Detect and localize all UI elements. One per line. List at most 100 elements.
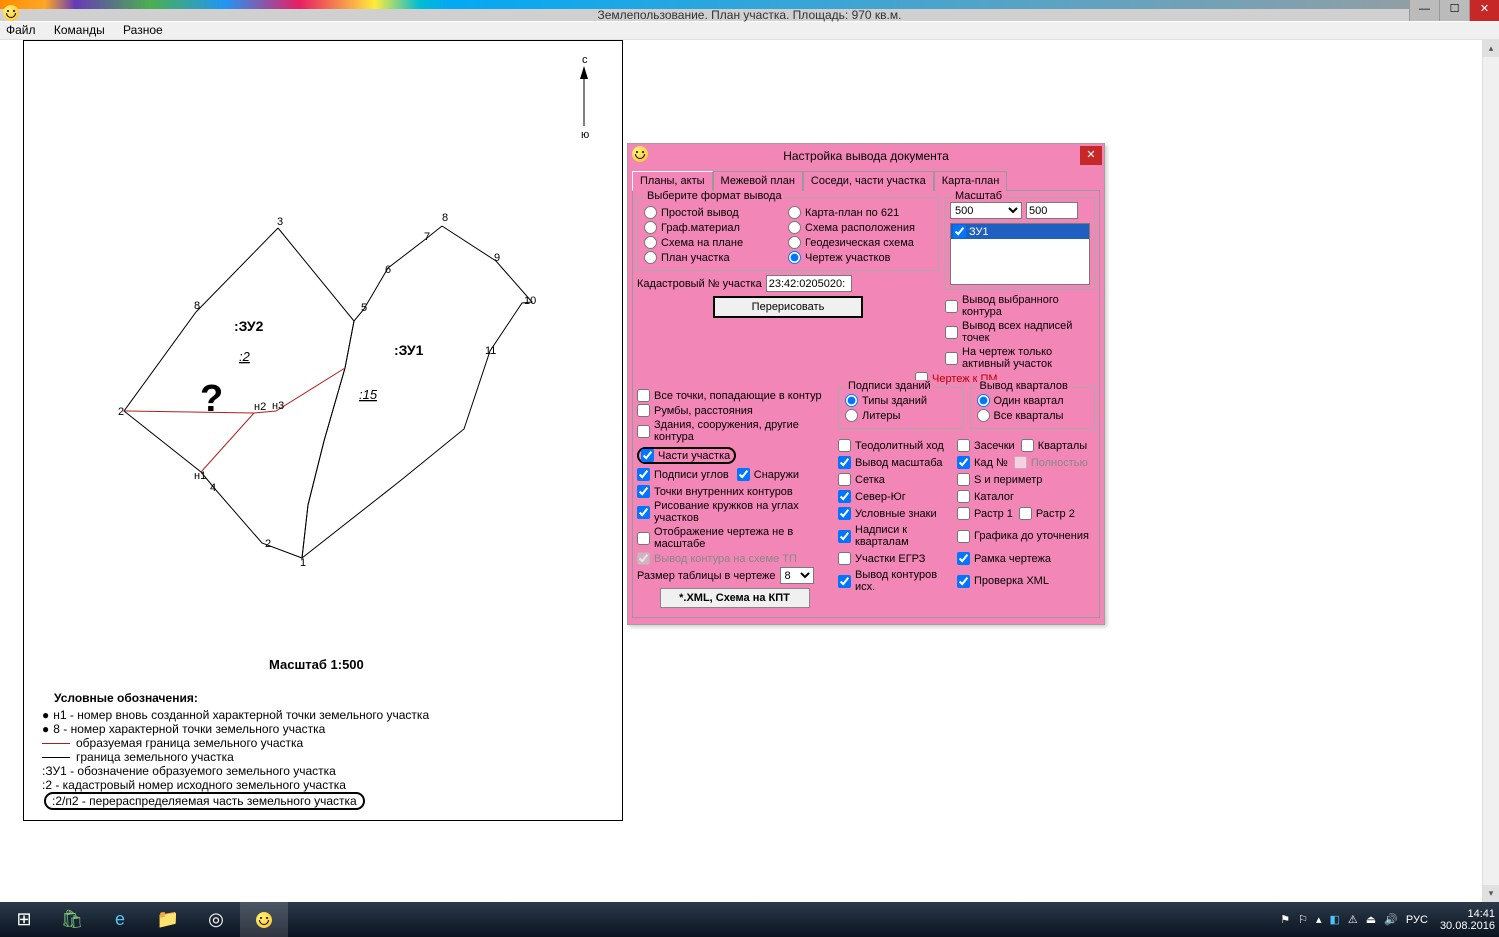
cb-r1[interactable]: Растр 1	[957, 507, 1013, 520]
cb-kvart[interactable]: Кварталы	[1021, 439, 1087, 452]
list-item[interactable]: ЗУ1	[951, 224, 1089, 239]
max-button[interactable]: ☐	[1439, 0, 1469, 21]
radio-splan[interactable]: Схема на плане	[644, 236, 788, 249]
radio-plan[interactable]: План участка	[644, 251, 788, 264]
cb-parts[interactable]: Части участка	[637, 447, 736, 464]
build-groupbox: Подписи зданий Типы зданий Литеры	[838, 387, 964, 429]
scale-select[interactable]: 500	[950, 202, 1022, 219]
menu-file[interactable]: Файл	[6, 23, 36, 37]
radio-kv-one[interactable]: Один квартал	[977, 394, 1089, 407]
cb-gu[interactable]: Графика до уточнения	[957, 524, 1095, 548]
cb-r2[interactable]: Растр 2	[1019, 507, 1075, 520]
tray-clock[interactable]: 14:41 30.08.2016	[1440, 908, 1495, 932]
scroll-up-button[interactable]: ▴	[1483, 40, 1499, 57]
cb-out-sel[interactable]: Вывод выбранного контура	[945, 294, 1095, 318]
format-groupbox: Выберите формат вывода Простой вывод Гра…	[637, 197, 939, 271]
cb-egrz[interactable]: Участки ЕГРЗ	[838, 552, 953, 565]
cb-grid[interactable]: Сетка	[838, 473, 953, 486]
cb-allpts[interactable]: Все точки, попадающие в контур	[637, 389, 832, 402]
xml-button[interactable]: *.XML, Схема на КПТ	[660, 588, 810, 608]
svg-text::2: :2	[239, 349, 251, 364]
radio-graph[interactable]: Граф.материал	[644, 221, 788, 234]
svg-text:2: 2	[265, 538, 271, 550]
radio-geod[interactable]: Геодезическая схема	[788, 236, 932, 249]
ie-icon[interactable]: e	[96, 902, 144, 937]
cad-input[interactable]	[766, 275, 852, 292]
cb-nadkv[interactable]: Надписи к кварталам	[838, 524, 953, 548]
cb-xmlc[interactable]: Проверка XML	[957, 569, 1095, 593]
menu-commands[interactable]: Команды	[54, 23, 105, 37]
start-button[interactable]: ⊞	[0, 902, 48, 937]
chrome-icon[interactable]: ◎	[192, 902, 240, 937]
vertical-scrollbar[interactable]: ▴ ▾	[1482, 40, 1499, 902]
min-button[interactable]: —	[1409, 0, 1439, 21]
radio-types[interactable]: Типы зданий	[845, 394, 957, 407]
radio-kpt[interactable]: Карта-план по 621	[788, 206, 932, 219]
tab-sosedi[interactable]: Соседи, части участка	[803, 171, 934, 191]
dialog-titlebar[interactable]: Настройка вывода документа ✕	[628, 144, 1104, 168]
plan-document: с ю 3 8 2 н1 4 н2 н3 2 1 8 7 6 5	[23, 40, 623, 821]
radio-simple[interactable]: Простой вывод	[644, 206, 788, 219]
cb-intpts[interactable]: Точки внутренних контуров	[637, 485, 832, 498]
tray-defender-icon[interactable]: ◧	[1330, 913, 1340, 926]
cb-outk[interactable]: Вывод контуров исх.	[838, 569, 953, 593]
tray-action-icon[interactable]: ⚐	[1298, 913, 1308, 926]
build-group-title: Подписи зданий	[845, 380, 934, 392]
cb-snaruji[interactable]: Снаружи	[737, 468, 799, 481]
cb-out-all[interactable]: Вывод всех надписей точек	[945, 320, 1095, 344]
tab-mej[interactable]: Межевой план	[713, 171, 803, 191]
cb-sip[interactable]: S и периметр	[957, 473, 1095, 486]
radio-schema[interactable]: Схема расположения	[788, 221, 932, 234]
radio-chert[interactable]: Чертеж участков	[788, 251, 932, 264]
app-titlebar: Землепользование. План участка. Площадь:…	[0, 9, 1499, 21]
svg-text:11: 11	[485, 345, 496, 357]
cb-buildings[interactable]: Здания, сооружения, другие контура	[637, 419, 832, 443]
plan-legend: Условные обозначения: н1 - номер вновь с…	[24, 681, 622, 820]
tab-plans[interactable]: Планы, акты	[632, 171, 713, 191]
svg-text::ЗУ1: :ЗУ1	[394, 342, 424, 358]
svg-text:1: 1	[300, 557, 306, 569]
close-button[interactable]: ✕	[1469, 0, 1499, 21]
cb-notscale[interactable]: Отображение чертежа не в масштабе	[637, 526, 832, 550]
radio-kv-all[interactable]: Все кварталы	[977, 409, 1089, 422]
cb-podpisi[interactable]: Подписи углов	[637, 468, 729, 481]
svg-text:н1: н1	[194, 470, 206, 482]
store-icon[interactable]: 🛍	[48, 902, 96, 937]
radio-liter[interactable]: Литеры	[845, 409, 957, 422]
cb-circles[interactable]: Рисование кружков на углах участков	[637, 500, 832, 524]
cb-rumbs[interactable]: Румбы, расстояния	[637, 404, 832, 417]
tab-karta[interactable]: Карта-план	[934, 171, 1008, 191]
system-tray: ⚑ ⚐ ▴ ◧ ⚠ ⏏ 🔊 РУС 14:41 30.08.2016	[1276, 902, 1499, 937]
cb-kadn[interactable]: Кад №	[957, 456, 1008, 469]
scale-input[interactable]	[1026, 202, 1078, 219]
svg-text:10: 10	[524, 295, 536, 307]
tray-up-icon[interactable]: ▴	[1316, 913, 1322, 926]
cb-katalog[interactable]: Каталог	[957, 490, 1095, 503]
zone-listbox[interactable]: ЗУ1	[950, 223, 1090, 285]
cb-nsouth[interactable]: Север-Юг	[838, 490, 953, 503]
cad-label: Кадастровый № участка	[637, 278, 762, 290]
cb-zasech[interactable]: Засечки	[957, 439, 1015, 452]
tablesize-select[interactable]: 8	[780, 567, 814, 584]
tray-language[interactable]: РУС	[1406, 914, 1428, 926]
svg-text:3: 3	[277, 216, 283, 228]
dialog-close-button[interactable]: ✕	[1080, 146, 1102, 165]
kvartals-groupbox: Вывод кварталов Один квартал Все квартал…	[970, 387, 1096, 429]
tray-flag-icon[interactable]: ⚑	[1280, 913, 1290, 926]
cb-symbols[interactable]: Условные знаки	[838, 507, 953, 520]
svg-text:?: ?	[200, 378, 223, 420]
explorer-icon[interactable]: 📁	[144, 902, 192, 937]
tray-network-icon[interactable]: ⚠	[1348, 913, 1358, 926]
tray-eject-icon[interactable]: ⏏	[1366, 913, 1376, 926]
cb-teod[interactable]: Теодолитный ход	[838, 439, 953, 452]
legend-row: граница земельного участка	[42, 750, 612, 764]
cb-out-active[interactable]: На чертеж только активный участок	[945, 346, 1095, 370]
scroll-down-button[interactable]: ▾	[1483, 885, 1499, 902]
redraw-button[interactable]: Перерисовать	[713, 296, 863, 318]
menu-misc[interactable]: Разное	[123, 23, 163, 37]
cb-mass[interactable]: Вывод масштаба	[838, 456, 953, 469]
app-taskbar-icon[interactable]	[240, 902, 288, 937]
legend-row: 8 - номер характерной точки земельного у…	[42, 722, 612, 736]
cb-ramka[interactable]: Рамка чертежа	[957, 552, 1095, 565]
tray-volume-icon[interactable]: 🔊	[1384, 913, 1398, 926]
